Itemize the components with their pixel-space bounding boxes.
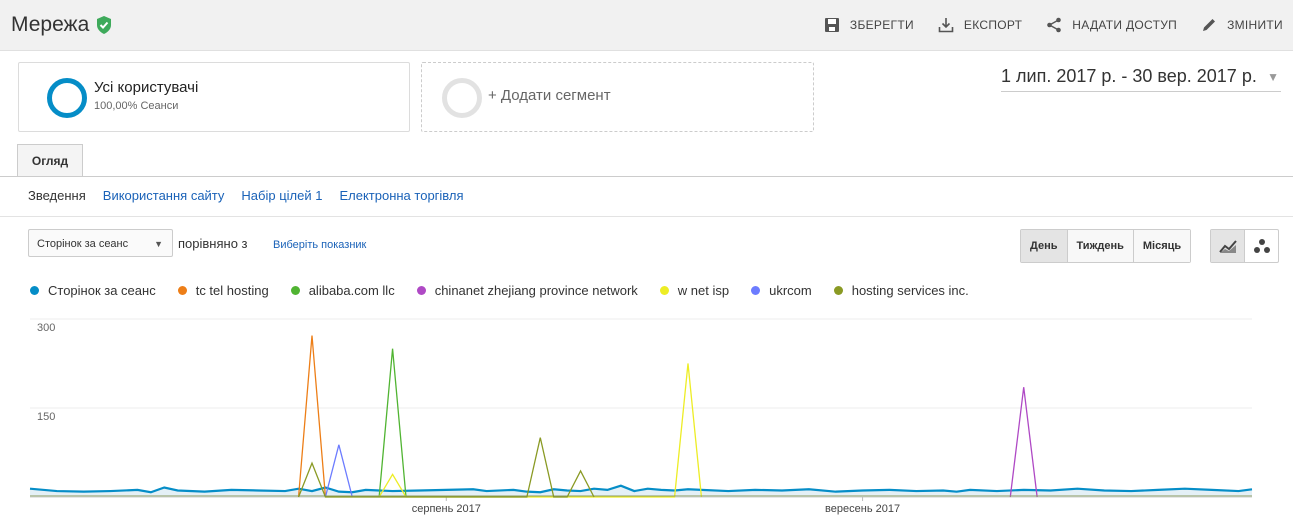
series-line [378, 363, 703, 498]
legend-dot [751, 286, 761, 295]
legend-label: alibaba.com llc [308, 283, 395, 298]
share-label: НАДАТИ ДОСТУП [1072, 18, 1178, 32]
y-tick-label: 150 [37, 411, 55, 423]
legend-item[interactable]: tc tel hosting [177, 283, 269, 298]
legend-item[interactable]: Сторінок за сеанс [30, 283, 156, 298]
export-icon [938, 18, 954, 33]
report-title-area: Мережа [11, 13, 113, 37]
legend-item[interactable]: ukrcom [751, 283, 812, 298]
series-line [1009, 387, 1038, 498]
line-chart-button[interactable] [1211, 230, 1245, 262]
period-month-button[interactable]: Місяць [1132, 230, 1191, 262]
dropdown-caret-icon: ▼ [1267, 69, 1279, 84]
export-label: ЕКСПОРТ [963, 18, 1023, 32]
series-line [297, 437, 595, 498]
legend-item[interactable]: chinanet zhejiang province network [416, 283, 638, 298]
save-label: ЗБЕРЕГТИ [849, 18, 914, 32]
legend-item[interactable]: w net isp [659, 283, 730, 298]
legend-label: ukrcom [769, 283, 812, 298]
add-segment-button[interactable]: + Додати сегмент [421, 62, 814, 132]
select-metric-link[interactable]: Виберіть показник [273, 239, 366, 251]
x-tick-label: вересень 2017 [825, 503, 900, 515]
date-range-text: 1 лип. 2017 р. - 30 вер. 2017 р. [1001, 66, 1257, 86]
motion-chart-button[interactable] [1245, 230, 1278, 262]
chart-type-toggle [1210, 229, 1279, 263]
top-bar: Мережа ЗБЕРЕГТИ ЕКСПОРТ НАДАТИ ДОСТУП ЗМ… [0, 0, 1293, 51]
segment-all-users[interactable]: Усі користувачі 100,00% Сеанси [18, 62, 410, 132]
pencil-icon [1203, 19, 1216, 31]
share-button[interactable]: НАДАТИ ДОСТУП [1046, 17, 1177, 33]
subnav-site-usage[interactable]: Використання сайту [103, 188, 225, 203]
line-chart-icon [1218, 240, 1237, 253]
save-icon [824, 18, 839, 32]
legend-dot [30, 286, 39, 295]
date-range-picker[interactable]: 1 лип. 2017 р. - 30 вер. 2017 р. ▼ [1001, 66, 1281, 92]
legend-label: w net isp [677, 283, 730, 298]
tab-divider [0, 176, 1293, 177]
legend-dot [177, 286, 187, 295]
report-actions: ЗБЕРЕГТИ ЕКСПОРТ НАДАТИ ДОСТУП ЗМІНИТИ [824, 17, 1283, 33]
dropdown-caret-icon: ▼ [154, 239, 163, 249]
segment-name: Усі користувачі [94, 79, 199, 96]
share-icon [1047, 17, 1062, 33]
page-title: Мережа [11, 13, 90, 36]
legend-dot [416, 286, 426, 295]
legend-label: chinanet zhejiang province network [434, 283, 638, 298]
section-divider [0, 216, 1293, 217]
chart-legend: Сторінок за сеанс tc tel hosting alibaba.c… [30, 283, 991, 298]
export-button[interactable]: ЕКСПОРТ [938, 17, 1022, 33]
legend-label: hosting services inc. [851, 283, 969, 298]
subnav-goal-set-1[interactable]: Набір цілей 1 [241, 188, 322, 203]
series-line [297, 335, 327, 498]
segment-ring-icon [47, 78, 87, 118]
legend-dot [290, 286, 300, 295]
verified-shield-icon [97, 16, 112, 34]
add-segment-label: + Додати сегмент [488, 87, 611, 104]
compare-label: порівняно з [178, 236, 248, 251]
legend-label: Сторінок за сеанс [48, 283, 156, 298]
edit-label: ЗМІНИТИ [1227, 18, 1283, 32]
legend-dot [659, 286, 669, 295]
legend-item[interactable]: alibaba.com llc [290, 283, 395, 298]
tab-overview[interactable]: Огляд [17, 144, 83, 177]
x-tick-label: серпень 2017 [412, 503, 481, 515]
subnav-summary[interactable]: Зведення [28, 188, 86, 203]
bubble-chart-icon [1253, 239, 1270, 253]
legend-item[interactable]: hosting services inc. [833, 283, 969, 298]
period-toggle: День Тиждень Місяць [1020, 229, 1192, 263]
edit-button[interactable]: ЗМІНИТИ [1201, 17, 1283, 33]
legend-dot [833, 286, 843, 295]
save-button[interactable]: ЗБЕРЕГТИ [824, 17, 914, 33]
legend-label: tc tel hosting [195, 283, 269, 298]
period-day-button[interactable]: День [1021, 230, 1067, 262]
empty-segment-ring-icon [442, 78, 482, 118]
y-tick-label: 300 [37, 322, 55, 334]
line-chart: 150 300 серпень 2017 вересень 2017 [29, 318, 1253, 515]
explorer-subnav: Зведення Використання сайту Набір цілей … [28, 188, 464, 203]
subnav-ecommerce[interactable]: Електронна торгівля [339, 188, 463, 203]
segment-share: 100,00% Сеанси [94, 100, 179, 112]
metric-select[interactable]: Сторінок за сеанс ▼ [28, 229, 173, 257]
metric-select-value: Сторінок за сеанс [37, 238, 129, 250]
period-week-button[interactable]: Тиждень [1066, 230, 1133, 262]
